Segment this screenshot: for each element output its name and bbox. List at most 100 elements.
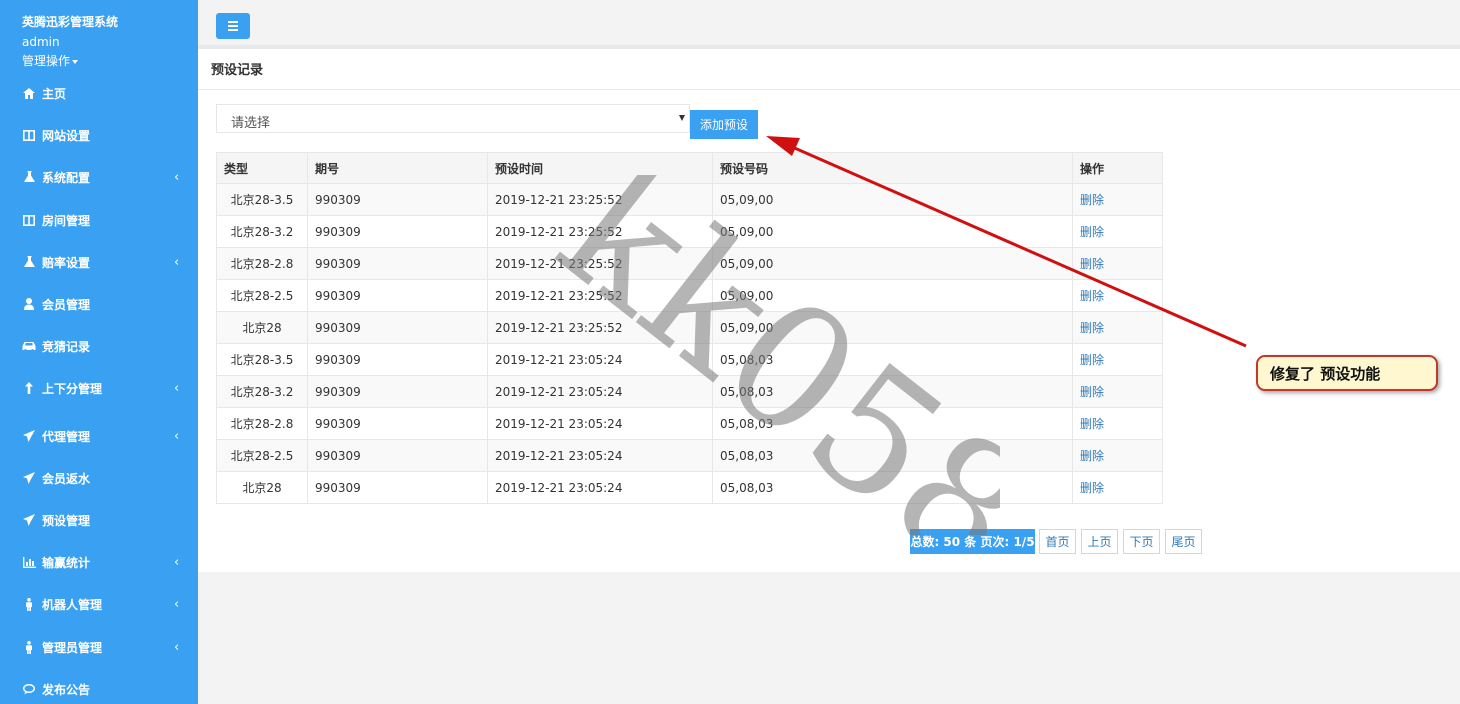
sidebar-item-1[interactable]: 主页 <box>0 79 198 107</box>
sidebar-item-label: 会员管理 <box>42 297 91 312</box>
username: admin <box>22 35 60 49</box>
cell-period: 990309 <box>315 352 361 367</box>
cell-preset-number: 05,09,00 <box>720 288 774 303</box>
paper-plane-icon <box>22 471 36 485</box>
chevron-left-icon: ‹ <box>174 169 180 185</box>
sidebar-item-label: 会员返水 <box>42 471 91 486</box>
next-page-button[interactable]: 下页 <box>1123 529 1160 554</box>
cell-preset-time: 2019-12-21 23:05:24 <box>495 480 623 495</box>
cell-preset-time: 2019-12-21 23:05:24 <box>495 352 623 367</box>
cell-type: 北京28-3.5 <box>230 193 294 207</box>
cell-preset-number: 05,08,03 <box>720 416 774 431</box>
table-header-row: 类型 期号 预设时间 预设号码 操作 <box>216 152 1163 184</box>
chevron-left-icon: ‹ <box>174 254 180 270</box>
sidebar-item-15[interactable]: 发布公告 <box>0 675 198 703</box>
sidebar-item-9[interactable]: 代理管理 ‹ <box>0 422 198 450</box>
sidebar-item-10[interactable]: 会员返水 <box>0 464 198 492</box>
brand-title: 英腾迅彩管理系统 <box>22 15 119 29</box>
delete-link[interactable]: 删除 <box>1080 481 1104 495</box>
sidebar-item-5[interactable]: 赔率设置 ‹ <box>0 248 198 276</box>
cell-type: 北京28-2.5 <box>230 289 294 303</box>
sidebar-item-label: 赔率设置 <box>42 255 91 270</box>
sidebar-item-2[interactable]: 网站设置 <box>0 121 198 149</box>
car-icon <box>22 339 36 353</box>
header-period: 期号 <box>307 152 488 184</box>
chevron-left-icon: ‹ <box>174 639 180 655</box>
chevron-left-icon: ‹ <box>174 596 180 612</box>
cell-preset-time: 2019-12-21 23:05:24 <box>495 384 623 399</box>
cell-period: 990309 <box>315 480 361 495</box>
cell-preset-time: 2019-12-21 23:25:52 <box>495 192 623 207</box>
sidebar-item-label: 管理员管理 <box>42 640 103 655</box>
delete-link[interactable]: 删除 <box>1080 353 1104 367</box>
paper-plane-icon <box>22 429 36 443</box>
prev-page-button[interactable]: 上页 <box>1081 529 1118 554</box>
delete-link[interactable]: 删除 <box>1080 225 1104 239</box>
sidebar-item-13[interactable]: 机器人管理 ‹ <box>0 590 198 618</box>
sidebar-item-6[interactable]: 会员管理 <box>0 290 198 318</box>
top-bar <box>198 0 1460 46</box>
columns-icon <box>22 213 36 227</box>
table-row: 北京28 990309 2019-12-21 23:05:24 05,08,03 删除 <box>216 471 1163 504</box>
table-row: 北京28 990309 2019-12-21 23:25:52 05,09,00 删除 <box>216 311 1163 344</box>
cell-type: 北京28-2.5 <box>230 449 294 463</box>
cell-type: 北京28-2.8 <box>230 417 294 431</box>
chevron-left-icon: ‹ <box>174 554 180 570</box>
sidebar-item-14[interactable]: 管理员管理 ‹ <box>0 633 198 661</box>
delete-link[interactable]: 删除 <box>1080 193 1104 207</box>
user-icon <box>22 297 36 311</box>
sidebar-item-12[interactable]: 输赢统计 ‹ <box>0 548 198 576</box>
flask-icon <box>22 170 36 184</box>
sidebar-item-label: 发布公告 <box>42 682 91 697</box>
delete-link[interactable]: 删除 <box>1080 289 1104 303</box>
table-row: 北京28-2.8 990309 2019-12-21 23:05:24 05,08,0… <box>216 407 1163 440</box>
pagination-total: 总数: 50 条 页次: 1/5 <box>910 529 1035 554</box>
cell-preset-time: 2019-12-21 23:25:52 <box>495 320 623 335</box>
cell-preset-number: 05,09,00 <box>720 192 774 207</box>
cell-preset-number: 05,08,03 <box>720 384 774 399</box>
cell-preset-time: 2019-12-21 23:25:52 <box>495 288 623 303</box>
cell-type: 北京28-3.2 <box>230 225 294 239</box>
sidebar-item-7[interactable]: 竞猜记录 <box>0 332 198 360</box>
table-row: 北京28-3.5 990309 2019-12-21 23:05:24 05,08,0… <box>216 343 1163 376</box>
sidebar-item-label: 输赢统计 <box>42 555 91 570</box>
type-select[interactable]: 请选择 <box>216 104 690 133</box>
first-page-button[interactable]: 首页 <box>1039 529 1076 554</box>
header-type: 类型 <box>216 152 308 184</box>
male-icon <box>22 597 36 611</box>
delete-link[interactable]: 删除 <box>1080 257 1104 271</box>
table-row: 北京28-2.8 990309 2019-12-21 23:25:52 05,09,0… <box>216 247 1163 280</box>
flask-icon <box>22 255 36 269</box>
caret-down-icon <box>72 59 79 64</box>
sidebar-item-11[interactable]: 预设管理 <box>0 506 198 534</box>
last-page-button[interactable]: 尾页 <box>1165 529 1202 554</box>
chevron-left-icon: ‹ <box>174 428 180 444</box>
cell-period: 990309 <box>315 384 361 399</box>
add-preset-button[interactable]: 添加预设 <box>690 110 758 139</box>
sidebar-item-4[interactable]: 房间管理 <box>0 206 198 234</box>
cell-preset-number: 05,09,00 <box>720 224 774 239</box>
cell-preset-time: 2019-12-21 23:25:52 <box>495 224 623 239</box>
cell-type: 北京28-2.8 <box>230 257 294 271</box>
sidebar-item-8[interactable]: 上下分管理 ‹ <box>0 374 198 402</box>
cell-period: 990309 <box>315 448 361 463</box>
delete-link[interactable]: 删除 <box>1080 449 1104 463</box>
cell-preset-number: 05,08,03 <box>720 352 774 367</box>
delete-link[interactable]: 删除 <box>1080 321 1104 335</box>
select-value: 请选择 <box>231 116 271 131</box>
hamburger-icon <box>228 21 238 23</box>
sidebar-item-label: 代理管理 <box>42 429 91 444</box>
manage-dropdown[interactable]: 管理操作 <box>22 52 79 69</box>
paper-plane-icon <box>22 513 36 527</box>
table-row: 北京28-3.5 990309 2019-12-21 23:25:52 05,09,0… <box>216 183 1163 216</box>
sidebar-item-label: 机器人管理 <box>42 597 103 612</box>
sidebar-item-3[interactable]: 系统配置 ‹ <box>0 163 198 191</box>
cell-type: 北京28-3.5 <box>230 353 294 367</box>
page-title: 预设记录 <box>211 63 264 78</box>
delete-link[interactable]: 删除 <box>1080 417 1104 431</box>
cell-type: 北京28 <box>242 321 282 335</box>
delete-link[interactable]: 删除 <box>1080 385 1104 399</box>
menu-toggle-button[interactable] <box>216 13 250 39</box>
sidebar-item-label: 竞猜记录 <box>42 339 91 354</box>
sidebar-item-label: 主页 <box>42 86 67 101</box>
